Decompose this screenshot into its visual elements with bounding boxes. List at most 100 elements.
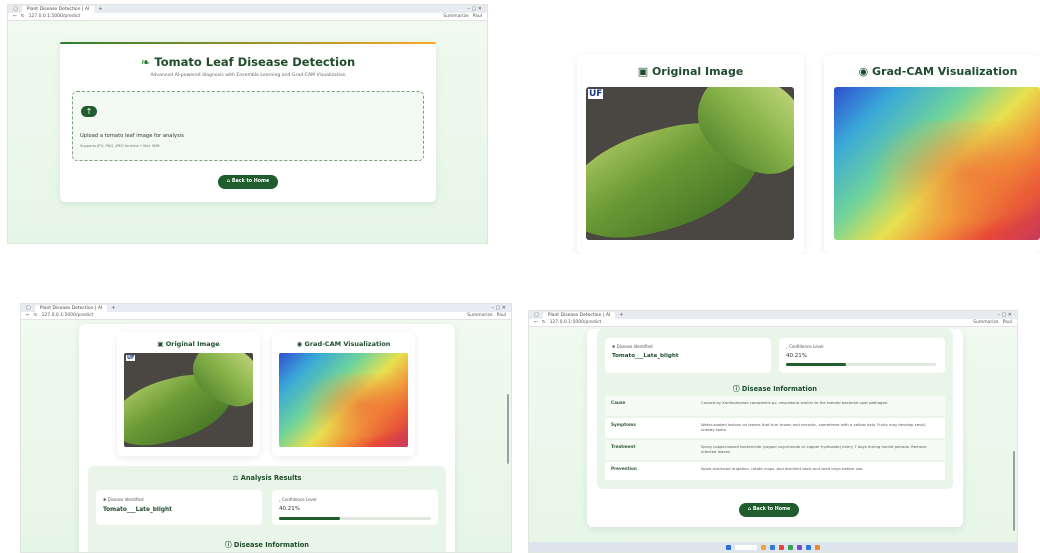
browser-tab[interactable]: Plant Disease Detection | AI [21,5,95,13]
summarize-button[interactable]: Summarize [467,313,492,318]
gradcam-title: ◉ Grad-CAM Visualization [296,340,391,348]
image-icon: ▣ [157,340,164,348]
info-row-key: Prevention [611,466,637,471]
gradcam-title: ◉ Grad-CAM Visualization [858,65,1018,78]
tab-bar: ▢ Plant Disease Detection | AI + – ▢ ✕ [8,5,487,13]
disease-information-title: ⓘ Disease Information [733,385,817,393]
summarize-button[interactable]: Summarize [973,320,998,325]
back-arrow-icon[interactable]: ← [13,14,17,19]
confidence-bar-fill [279,517,341,520]
url-field[interactable]: 127.0.0.1:5000/predict [42,313,464,318]
window-icon: ▢ [26,305,31,311]
uf-logo: UF [126,355,136,361]
start-icon[interactable] [726,544,731,550]
address-bar: ← ↻ 127.0.0.1:5000/predict Summarize Pau… [8,13,487,21]
uf-logo: UF [588,89,604,99]
back-to-home-button[interactable]: ⌂ Back to Home [218,175,278,189]
upload-formats: Supports JPG, PNG, JPEG formats • Max 5M… [80,144,160,148]
disease-value: Tomato___Late_blight [103,507,172,513]
confidence-bar [786,363,936,366]
analysis-results-section: ✱ Disease Identified Tomato___Late_bligh… [597,329,953,489]
analysis-results-section: ⚖ Analysis Results ✱ Disease Identified … [88,466,446,552]
gradcam-heatmap-image [279,353,408,447]
taskbar-app-icon[interactable] [761,544,766,550]
reload-icon[interactable]: ↻ [542,320,546,325]
original-image-card: ▣ Original Image UF [577,54,804,254]
original-leaf-image: UF [124,353,253,447]
disease-label: ✱ Disease Identified [103,497,144,502]
search-icon[interactable] [735,544,757,550]
reload-icon[interactable]: ↻ [34,313,38,318]
gradcam-heatmap-image [834,87,1040,240]
back-arrow-icon[interactable]: ← [26,313,30,318]
confidence-value: 40.21% [279,506,300,512]
home-icon: ⌂ [226,179,231,184]
original-leaf-image: UF [586,87,794,240]
taskbar-app-icon[interactable] [770,544,775,550]
info-row-value: Spray copper-based bactericide (copper o… [701,444,927,455]
profile-button[interactable]: Paul [1003,320,1012,325]
scrollbar[interactable] [507,394,509,464]
reload-icon[interactable]: ↻ [21,14,25,19]
image-comparison-crop: ▣ Original Image UF ◉ Grad-CAM Visualiza… [568,48,1040,254]
upload-dropzone[interactable]: ↑ Upload a tomato leaf image for analysi… [72,91,424,161]
disease-info-page-screenshot: ▢ Plant Disease Detection | AI + – ▢ ✕ ←… [528,310,1018,553]
info-row-key: Symptoms [611,422,636,427]
bug-icon: ✱ [103,497,107,502]
chart-line-icon: ⌞ [786,344,788,349]
bug-icon: ✱ [612,344,616,349]
info-row-key: Cause [611,400,626,405]
url-field[interactable]: 127.0.0.1:5000/predict [29,14,440,19]
disease-identified-box: ✱ Disease Identified Tomato___Late_bligh… [96,490,262,525]
taskbar-app-icon[interactable] [806,544,811,550]
upload-page-screenshot: ▢ Plant Disease Detection | AI + – ▢ ✕ ←… [7,4,488,244]
new-tab-icon[interactable]: + [98,6,102,12]
taskbar-app-icon[interactable] [797,544,802,550]
confidence-label: ⌞ Confidence Level [279,497,317,502]
gradcam-card: ◉ Grad-CAM Visualization [824,54,1040,254]
disease-value: Tomato___Late_blight [612,353,679,359]
info-icon: ⓘ [733,385,740,393]
results-page-screenshot: ▢ Plant Disease Detection | AI + – ▢ ✕ ←… [20,303,512,553]
info-row-symptoms: Symptoms Water-soaked lesions on leaves … [605,418,945,438]
window-icon: ▢ [534,312,539,318]
window-controls-icon[interactable]: – ▢ ✕ [997,312,1012,318]
results-card: ▣ Original Image UF ◉ Grad-CAM Visualiza… [79,324,455,552]
upload-card: ❧ Tomato Leaf Disease Detection Advanced… [60,42,436,202]
disease-label: ✱ Disease Identified [612,344,653,349]
window-icon: ▢ [13,6,18,12]
disease-info-table: Cause Caused by Xanthomonas campestris p… [605,396,945,484]
page-subtitle: Advanced AI-powered diagnosis with Ensem… [150,73,346,78]
taskbar-app-icon[interactable] [788,544,793,550]
chart-icon: ⚖ [232,474,239,482]
info-card: ✱ Disease Identified Tomato___Late_bligh… [587,329,963,527]
summarize-button[interactable]: Summarize [443,14,468,19]
tab-bar: ▢ Plant Disease Detection | AI + – ▢ ✕ [529,311,1017,319]
upload-prompt: Upload a tomato leaf image for analysis [80,133,184,139]
taskbar-app-icon[interactable] [815,544,820,550]
leaf-icon: ❧ [140,55,151,69]
info-row-value: Water-soaked lesions on leaves that turn… [701,422,927,433]
profile-button[interactable]: Paul [497,313,506,318]
window-controls-icon[interactable]: – ▢ ✕ [467,6,482,12]
profile-button[interactable]: Paul [473,14,482,19]
back-to-home-button[interactable]: ⌂ Back to Home [739,503,799,517]
window-controls-icon[interactable]: – ▢ ✕ [491,305,506,311]
scrollbar[interactable] [1013,451,1015,531]
new-tab-icon[interactable]: + [111,305,115,311]
new-tab-icon[interactable]: + [619,312,623,318]
original-image-card: ▣ Original Image UF [117,332,260,456]
browser-tab[interactable]: Plant Disease Detection | AI [34,304,108,312]
taskbar-app-icon[interactable] [779,544,784,550]
info-row-value: Avoid overhead irrigation, rotate crops,… [701,466,864,471]
original-image-title: ▣ Original Image [157,340,220,348]
eye-icon: ◉ [296,340,303,348]
back-arrow-icon[interactable]: ← [534,320,538,325]
info-row-value: Caused by Xanthomonas campestris pv. ves… [701,400,889,405]
chart-line-icon: ⌞ [279,497,281,502]
url-field[interactable]: 127.0.0.1:5000/predict [550,320,970,325]
browser-tab[interactable]: Plant Disease Detection | AI [542,311,616,319]
home-icon: ⌂ [747,507,752,512]
info-row-key: Treatment [611,444,636,449]
address-bar: ← ↻ 127.0.0.1:5000/predict Summarize Pau… [21,312,511,320]
